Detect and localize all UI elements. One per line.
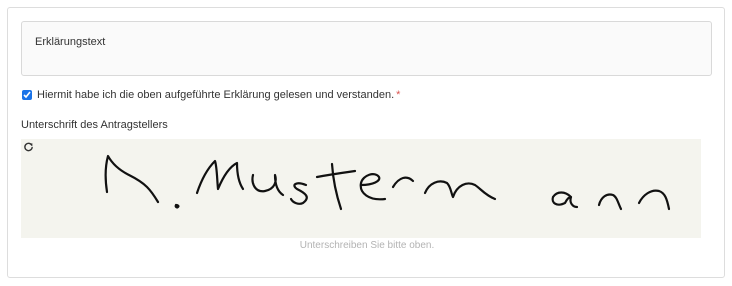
signature-drawing bbox=[104, 154, 671, 211]
page: Erklärungstext Hiermit habe ich die oben… bbox=[0, 0, 732, 286]
declaration-card: Erklärungstext Hiermit habe ich die oben… bbox=[7, 7, 725, 278]
refresh-icon[interactable] bbox=[23, 141, 34, 152]
explanation-box: Erklärungstext bbox=[21, 21, 712, 76]
signature-pad[interactable] bbox=[21, 139, 701, 238]
signature-label: Unterschrift des Antragstellers bbox=[21, 119, 168, 131]
consent-row[interactable]: Hiermit habe ich die oben aufgeführte Er… bbox=[22, 88, 400, 102]
consent-label: Hiermit habe ich die oben aufgeführte Er… bbox=[37, 89, 395, 101]
required-marker: * bbox=[396, 89, 401, 101]
consent-checkbox[interactable] bbox=[22, 90, 32, 100]
signature-hint: Unterschreiben Sie bitte oben. bbox=[299, 240, 435, 251]
explanation-text: Erklärungstext bbox=[35, 36, 106, 48]
